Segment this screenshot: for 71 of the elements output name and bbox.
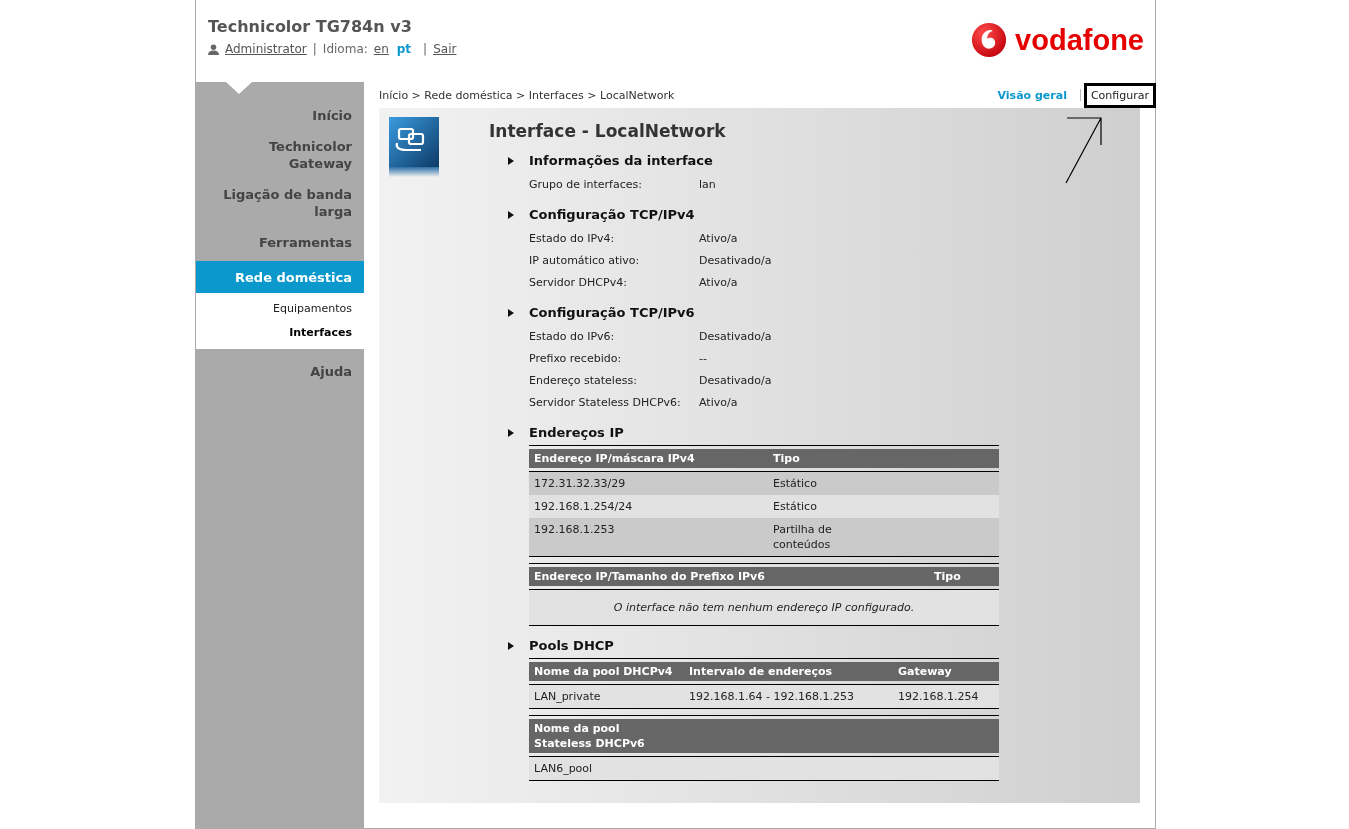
view-tab[interactable]: Visão geral [990, 82, 1074, 108]
table-cell-text: Estático [773, 499, 818, 514]
column-header: Endereço IP/Tamanho do Prefixo IPv6 [534, 569, 766, 584]
triangle-bullet-icon [508, 210, 514, 219]
section-title: Pools DHCP [529, 638, 614, 653]
breadcrumb: Início > Rede doméstica > Interfaces > LocalNetwork [379, 88, 675, 102]
field-label: Estado do IPv6: [529, 329, 616, 343]
pointer-notch-icon [226, 82, 252, 94]
language-link[interactable]: en [373, 42, 389, 56]
field-value: Desativado/a [699, 253, 772, 267]
field-value: Desativado/a [699, 329, 772, 343]
triangle-bullet-icon [508, 308, 514, 317]
field-label: Estado do IPv4: [529, 231, 616, 245]
user-link[interactable]: Administrator [225, 42, 307, 56]
triangle-bullet-icon [508, 156, 514, 165]
field-value: Ativo/a [699, 231, 738, 245]
separator: | [312, 42, 317, 56]
empty-message: O interface não tem nenhum endereço IP configurado. [613, 601, 915, 614]
field-value: Desativado/a [699, 373, 772, 387]
section-title: Informações da interface [529, 153, 713, 168]
field-label: Servidor Stateless DHCPv6: [529, 395, 682, 409]
view-tab[interactable]: Configurar [1083, 82, 1156, 108]
table-cell-text: 192.168.1.254/24 [534, 499, 634, 514]
sidebar-item[interactable]: Ferramentas [196, 230, 364, 261]
column-header: Nome da pool Stateless DHCPv6 [534, 721, 646, 751]
field-value: lan [699, 177, 716, 191]
field-value: Ativo/a [699, 395, 738, 409]
column-header: Gateway [898, 664, 953, 679]
table-cell-text: 192.168.1.253 [534, 522, 616, 538]
table-cell-text: 192.168.1.254 [898, 689, 980, 704]
column-header: Endereço IP/máscara IPv4 [534, 451, 696, 466]
separator: | [423, 42, 428, 56]
field-label: Servidor DHCPv4: [529, 275, 628, 289]
field-label: Endereço stateless: [529, 373, 638, 387]
language-link[interactable]: pt [396, 42, 412, 56]
table-cell-text: LAN6_pool [534, 761, 594, 776]
network-computers-icon [389, 117, 439, 177]
submenu-item[interactable]: Equipamentos [196, 297, 364, 321]
section-title: Configuração TCP/IPv4 [529, 207, 695, 222]
language-label: Idioma: [322, 42, 368, 56]
sidebar-item[interactable]: Ligação de banda larga [196, 182, 364, 230]
column-header: Tipo [934, 569, 962, 584]
sidebar-item[interactable]: Início [196, 103, 364, 134]
triangle-bullet-icon [508, 641, 514, 650]
section-title: Configuração TCP/IPv6 [529, 305, 695, 320]
sidebar-item[interactable]: Ajuda [196, 359, 364, 390]
column-header: Tipo [773, 451, 801, 466]
table-cell-text: LAN_private [534, 689, 602, 704]
field-label: Prefixo recebido: [529, 351, 623, 365]
field-label: IP automático ativo: [529, 253, 641, 267]
sidebar-item[interactable]: Technicolor Gateway [196, 134, 364, 182]
table-cell-text: 172.31.32.33/29 [534, 476, 627, 491]
logo-text: vodafone [1015, 23, 1144, 57]
page-title: Interface - LocalNetwork [489, 121, 727, 141]
user-icon [208, 43, 219, 55]
router-title: Technicolor TG784n v3 [208, 17, 413, 36]
annotation-arrow [1065, 115, 1105, 185]
field-value: Ativo/a [699, 275, 738, 289]
field-value: -- [699, 351, 707, 365]
column-header: Nome da pool DHCPv4 [534, 664, 674, 679]
section-title: Endereços IP [529, 425, 624, 440]
field-label: Grupo de interfaces: [529, 177, 643, 191]
speech-mark-logo-icon [971, 22, 1008, 58]
sidebar-item[interactable]: Rede doméstica [196, 261, 364, 293]
logout-link[interactable]: Sair [433, 42, 457, 56]
submenu-item[interactable]: Interfaces [196, 321, 364, 345]
table-cell-text: 192.168.1.64 - 192.168.1.253 [689, 689, 855, 704]
column-header: Intervalo de endereços [689, 664, 834, 679]
table-cell-text: Partilha de conteúdos [773, 522, 833, 552]
table-cell-text: Estático [773, 476, 818, 491]
triangle-bullet-icon [508, 428, 514, 437]
